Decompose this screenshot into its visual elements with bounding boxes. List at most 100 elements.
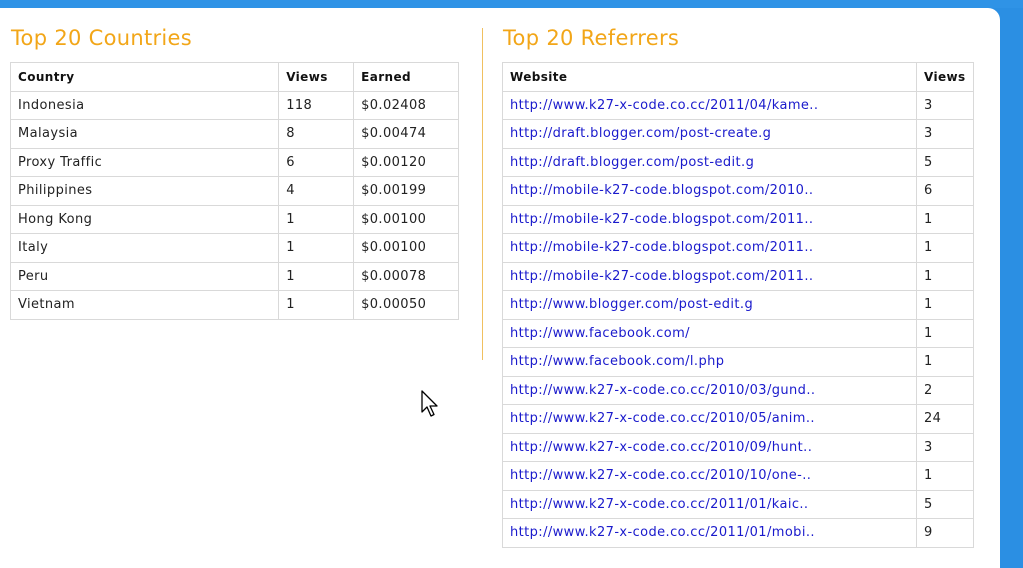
referrer-row: http://www.k27-x-code.co.cc/2010/09/hunt… (502, 432, 974, 462)
country-views-cell: 4 (278, 176, 355, 206)
country-views-cell: 1 (278, 261, 355, 291)
referrer-row: http://www.k27-x-code.co.cc/2010/05/anim… (502, 404, 974, 434)
referrer-row: http://draft.blogger.com/post-create.g 3 (502, 119, 974, 149)
website-column-header: Website (502, 62, 917, 92)
countries-rows: Indonesia 118 $0.02408 Malaysia 8 $0.00474 Pro… (9, 90, 459, 320)
referrer-views-cell: 1 (916, 204, 974, 234)
referrer-website-cell: http://www.facebook.com/l.php (502, 347, 917, 377)
referrer-row: http://mobile-k27-code.blogspot.com/2010… (502, 176, 974, 206)
country-views-cell: 118 (278, 90, 355, 120)
referrer-link[interactable]: http://www.k27-x-code.co.cc/2010/10/one-… (510, 468, 811, 483)
referrer-views-cell: 1 (916, 261, 974, 291)
country-row: Philippines 4 $0.00199 (9, 176, 459, 206)
referrer-link[interactable]: http://www.k27-x-code.co.cc/2010/05/anim… (510, 411, 815, 426)
referrer-views-cell: 2 (916, 375, 974, 405)
referrer-link[interactable]: http://mobile-k27-code.blogspot.com/2010… (510, 183, 813, 198)
country-name-cell: Italy (9, 233, 280, 263)
referrer-website-cell: http://www.blogger.com/post-edit.g (502, 290, 917, 320)
country-row: Indonesia 118 $0.02408 (9, 90, 459, 120)
country-earned-cell: $0.00199 (353, 176, 459, 206)
country-row: Vietnam 1 $0.00050 (9, 290, 459, 320)
referrer-views-cell: 5 (916, 489, 974, 519)
country-earned-cell: $0.00078 (353, 261, 459, 291)
referrers-header-row: Website Views (502, 62, 974, 92)
referrer-website-cell: http://mobile-k27-code.blogspot.com/2011… (502, 261, 917, 291)
referrer-row: http://www.k27-x-code.co.cc/2011/01/kaic… (502, 489, 974, 519)
country-row: Hong Kong 1 $0.00100 (9, 204, 459, 234)
referrer-link[interactable]: http://draft.blogger.com/post-edit.g (510, 155, 754, 170)
referrer-views-cell: 9 (916, 518, 974, 548)
referrer-row: http://www.facebook.com/l.php 1 (502, 347, 974, 377)
referrer-views-cell: 1 (916, 290, 974, 320)
country-earned-cell: $0.00120 (353, 147, 459, 177)
referrer-views-column-header: Views (916, 62, 974, 92)
referrer-views-cell: 3 (916, 432, 974, 462)
country-name-cell: Malaysia (9, 119, 280, 149)
country-row: Peru 1 $0.00078 (9, 261, 459, 291)
referrer-link[interactable]: http://mobile-k27-code.blogspot.com/2011… (510, 240, 813, 255)
referrer-link[interactable]: http://www.k27-x-code.co.cc/2010/03/gund… (510, 383, 815, 398)
referrer-row: http://www.k27-x-code.co.cc/2011/01/mobi… (502, 518, 974, 548)
referrer-website-cell: http://www.k27-x-code.co.cc/2011/01/kaic… (502, 489, 917, 519)
referrer-link[interactable]: http://www.k27-x-code.co.cc/2010/09/hunt… (510, 440, 812, 455)
country-earned-cell: $0.00100 (353, 204, 459, 234)
section-divider (482, 28, 483, 360)
referrer-link[interactable]: http://www.facebook.com/l.php (510, 354, 724, 369)
referrer-website-cell: http://www.k27-x-code.co.cc/2010/05/anim… (502, 404, 917, 434)
referrer-row: http://mobile-k27-code.blogspot.com/2011… (502, 233, 974, 263)
country-name-cell: Philippines (9, 176, 280, 206)
referrer-views-cell: 24 (916, 404, 974, 434)
country-name-cell: Peru (9, 261, 280, 291)
referrer-link[interactable]: http://www.k27-x-code.co.cc/2011/04/kame… (510, 98, 818, 113)
referrer-views-cell: 1 (916, 347, 974, 377)
referrer-website-cell: http://mobile-k27-code.blogspot.com/2011… (502, 233, 917, 263)
country-name-cell: Indonesia (9, 90, 280, 120)
mouse-pointer-icon (421, 390, 438, 417)
referrer-website-cell: http://mobile-k27-code.blogspot.com/2011… (502, 204, 917, 234)
country-name-cell: Proxy Traffic (9, 147, 280, 177)
referrer-row: http://www.k27-x-code.co.cc/2010/03/gund… (502, 375, 974, 405)
referrers-rows: http://www.k27-x-code.co.cc/2011/04/kame… (502, 90, 974, 548)
countries-table: Country Views Earned Indonesia 118 $0.0240… (9, 62, 459, 320)
referrer-website-cell: http://www.k27-x-code.co.cc/2010/09/hunt… (502, 432, 917, 462)
country-views-cell: 1 (278, 204, 355, 234)
country-views-cell: 6 (278, 147, 355, 177)
country-name-cell: Vietnam (9, 290, 280, 320)
views-column-header: Views (278, 62, 355, 92)
referrer-website-cell: http://www.facebook.com/ (502, 318, 917, 348)
referrer-row: http://www.facebook.com/1 (502, 318, 974, 348)
referrer-website-cell: http://www.k27-x-code.co.cc/2011/04/kame… (502, 90, 917, 120)
referrer-views-cell: 5 (916, 147, 974, 177)
referrer-views-cell: 1 (916, 233, 974, 263)
referrer-website-cell: http://www.k27-x-code.co.cc/2010/10/one-… (502, 461, 917, 491)
referrer-row: http://www.k27-x-code.co.cc/2010/10/one-… (502, 461, 974, 491)
country-earned-cell: $0.02408 (353, 90, 459, 120)
referrer-views-cell: 1 (916, 461, 974, 491)
referrer-link[interactable]: http://mobile-k27-code.blogspot.com/2011… (510, 269, 813, 284)
referrer-link[interactable]: http://mobile-k27-code.blogspot.com/2011… (510, 212, 813, 227)
referrer-row: http://www.blogger.com/post-edit.g 1 (502, 290, 974, 320)
referrer-row: http://draft.blogger.com/post-edit.g 5 (502, 147, 974, 177)
referrer-views-cell: 3 (916, 90, 974, 120)
referrer-link[interactable]: http://www.k27-x-code.co.cc/2011/01/mobi… (510, 525, 815, 540)
referrer-website-cell: http://www.k27-x-code.co.cc/2011/01/mobi… (502, 518, 917, 548)
referrer-website-cell: http://draft.blogger.com/post-edit.g (502, 147, 917, 177)
referrer-website-cell: http://draft.blogger.com/post-create.g (502, 119, 917, 149)
referrer-website-cell: http://www.k27-x-code.co.cc/2010/03/gund… (502, 375, 917, 405)
country-earned-cell: $0.00474 (353, 119, 459, 149)
referrer-link[interactable]: http://www.facebook.com/ (510, 326, 690, 341)
referrer-link[interactable]: http://draft.blogger.com/post-create.g (510, 126, 771, 141)
country-row: Malaysia 8 $0.00474 (9, 119, 459, 149)
referrer-link[interactable]: http://www.blogger.com/post-edit.g (510, 297, 753, 312)
earned-column-header: Earned (353, 62, 459, 92)
referrers-table: Website Views http://www.k27-x-code.co.c… (502, 62, 974, 548)
referrer-views-cell: 6 (916, 176, 974, 206)
referrer-views-cell: 3 (916, 119, 974, 149)
countries-header-row: Country Views Earned (9, 62, 459, 92)
referrer-link[interactable]: http://www.k27-x-code.co.cc/2011/01/kaic… (510, 497, 808, 512)
country-name-cell: Hong Kong (9, 204, 280, 234)
country-row: Italy 1 $0.00100 (9, 233, 459, 263)
referrer-row: http://mobile-k27-code.blogspot.com/2011… (502, 261, 974, 291)
country-row: Proxy Traffic 6 $0.00120 (9, 147, 459, 177)
country-views-cell: 1 (278, 290, 355, 320)
